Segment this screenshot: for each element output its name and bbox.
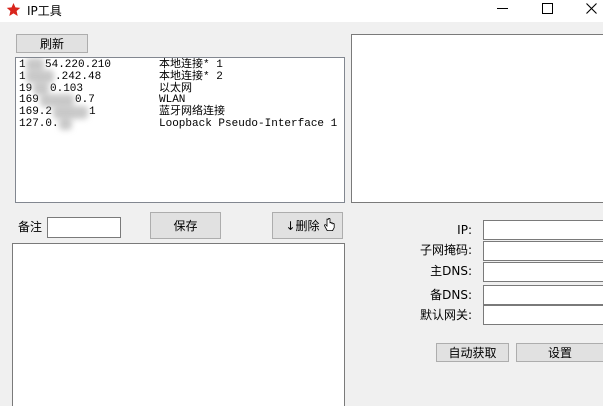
secondary-dns-label: 备DNS: (430, 288, 472, 302)
adapter-name: 本地连接* 2 (159, 70, 223, 83)
primary-dns-label: 主DNS: (430, 264, 472, 278)
log-textarea[interactable] (12, 243, 345, 406)
adapter-ip-prefix: 127.0. (19, 118, 59, 130)
maximize-button[interactable] (524, 0, 568, 22)
adapter-ip-prefix: 1 (19, 59, 26, 71)
subnet-mask-label: 子网掩码: (419, 243, 472, 257)
maximize-icon (542, 3, 553, 14)
apply-settings-button[interactable]: 设置 (516, 343, 603, 362)
adapter-ip-suffix: 0.7 (75, 94, 95, 107)
adapter-ip-prefix: 19 (19, 82, 33, 95)
adapter-row[interactable]: 1 .242.48 本地连接* 2 (16, 71, 344, 83)
adapter-ip-prefix: 169 (19, 94, 39, 107)
info-textarea[interactable] (351, 34, 603, 203)
adapter-row[interactable]: 19 0.103 以太网 (16, 83, 344, 95)
adapter-ip-suffix: .242.48 (55, 70, 102, 83)
adapter-ip-prefix: 1 (19, 70, 26, 83)
note-label: 备注 (18, 220, 43, 234)
close-icon (586, 3, 597, 14)
adapter-name: 本地连接* 1 (159, 59, 223, 71)
primary-dns-input[interactable] (483, 262, 603, 282)
red-star-icon (6, 2, 21, 16)
adapter-ip-prefix: 169.2 (19, 106, 53, 119)
adapter-name: Loopback Pseudo-Interface 1 (159, 118, 338, 130)
minimize-icon (497, 8, 508, 9)
save-button[interactable]: 保存 (150, 212, 221, 239)
delete-button-label: ↓删除 (285, 219, 320, 233)
hand-cursor-icon (324, 218, 335, 231)
window-title: IP工具 (27, 4, 62, 18)
subnet-mask-input[interactable] (483, 241, 603, 261)
adapter-list[interactable]: 1 54.220.210 本地连接* 1 1 .242.48 本地连接* 2 1… (15, 57, 345, 203)
adapter-name: 以太网 (159, 82, 192, 95)
auto-obtain-button[interactable]: 自动获取 (436, 343, 509, 362)
default-gateway-input[interactable] (483, 305, 603, 325)
title-bar[interactable]: IP工具 (0, 0, 603, 22)
minimize-button[interactable] (479, 0, 524, 22)
ip-input[interactable] (483, 220, 603, 240)
refresh-button[interactable]: 刷新 (16, 34, 88, 53)
adapter-ip-suffix: 0.103 (50, 82, 84, 95)
adapter-row[interactable]: 1 54.220.210 本地连接* 1 (16, 59, 344, 71)
default-gateway-label: 默认网关: (419, 308, 472, 322)
close-button[interactable] (568, 0, 603, 22)
adapter-ip-suffix: 54.220.210 (45, 59, 112, 71)
privacy-blur (53, 106, 88, 119)
ip-label: IP: (457, 223, 472, 237)
secondary-dns-input[interactable] (483, 285, 603, 305)
adapter-ip-suffix: 1 (89, 106, 96, 119)
adapter-name: WLAN (159, 94, 186, 107)
delete-button[interactable]: ↓删除 (272, 212, 343, 239)
adapter-name: 蓝牙网络连接 (159, 106, 225, 119)
note-input[interactable] (47, 217, 121, 238)
privacy-blur (59, 118, 72, 130)
